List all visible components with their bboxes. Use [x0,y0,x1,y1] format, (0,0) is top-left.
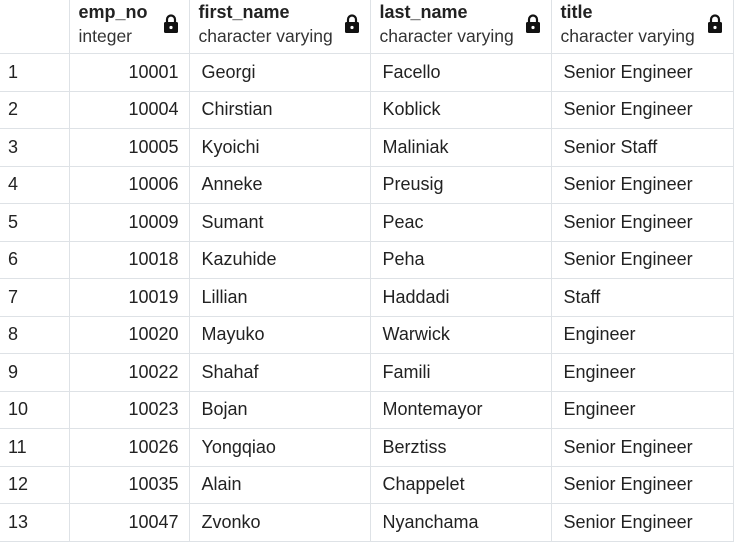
emp-no-cell[interactable]: 10020 [69,316,190,354]
first-name-cell[interactable]: Kazuhide [189,241,371,279]
last-name-cell[interactable]: Berztiss [370,428,552,467]
title-cell[interactable]: Senior Engineer [551,241,734,279]
last-name-cell[interactable]: Montemayor [370,391,552,429]
last-name-cell[interactable]: Peha [370,241,552,279]
title-cell[interactable]: Senior Engineer [551,428,734,467]
column-header-title[interactable]: title character varying [551,0,734,54]
last-name-cell[interactable]: Facello [370,53,552,92]
table-row[interactable]: 7 10019 Lillian Haddadi Staff [0,278,734,317]
row-number[interactable]: 1 [0,53,70,92]
emp-no-cell[interactable]: 10009 [69,203,190,242]
row-number[interactable]: 4 [0,166,70,204]
emp-no-cell[interactable]: 10047 [69,503,190,542]
header-row: emp_no integer first_name character varying… [0,0,734,54]
first-name-cell[interactable]: Georgi [189,53,371,92]
first-name-cell[interactable]: Anneke [189,166,371,204]
column-header-emp-no[interactable]: emp_no integer [69,0,190,54]
first-name-cell[interactable]: Zvonko [189,503,371,542]
emp-no-cell[interactable]: 10035 [69,466,190,504]
table-row[interactable]: 5 10009 Sumant Peac Senior Engineer [0,203,734,242]
row-number[interactable]: 9 [0,353,70,392]
title-cell[interactable]: Engineer [551,353,734,392]
emp-no-cell[interactable]: 10023 [69,391,190,429]
title-cell[interactable]: Senior Engineer [551,53,734,92]
emp-no-cell[interactable]: 10005 [69,128,190,167]
table-row[interactable]: 2 10004 Chirstian Koblick Senior Engineer [0,91,734,129]
table-row[interactable]: 13 10047 Zvonko Nyanchama Senior Engineer [0,503,734,542]
first-name-cell[interactable]: Chirstian [189,91,371,129]
first-name-cell[interactable]: Shahaf [189,353,371,392]
last-name-cell[interactable]: Warwick [370,316,552,354]
results-grid: emp_no integer first_name character varying… [0,0,734,542]
title-cell[interactable]: Senior Engineer [551,466,734,504]
title-cell[interactable]: Senior Engineer [551,503,734,542]
emp-no-cell[interactable]: 10022 [69,353,190,392]
first-name-cell[interactable]: Sumant [189,203,371,242]
row-number[interactable]: 13 [0,503,70,542]
row-number[interactable]: 6 [0,241,70,279]
column-header-first-name[interactable]: first_name character varying [189,0,371,54]
last-name-cell[interactable]: Nyanchama [370,503,552,542]
title-cell[interactable]: Staff [551,278,734,317]
title-cell[interactable]: Engineer [551,316,734,354]
row-number[interactable]: 11 [0,428,70,467]
emp-no-cell[interactable]: 10019 [69,278,190,317]
title-cell[interactable]: Engineer [551,391,734,429]
row-number[interactable]: 7 [0,278,70,317]
first-name-cell[interactable]: Lillian [189,278,371,317]
table-row[interactable]: 3 10005 Kyoichi Maliniak Senior Staff [0,128,734,167]
table-row[interactable]: 11 10026 Yongqiao Berztiss Senior Engineer [0,428,734,467]
first-name-cell[interactable]: Yongqiao [189,428,371,467]
emp-no-cell[interactable]: 10001 [69,53,190,92]
last-name-cell[interactable]: Famili [370,353,552,392]
table-row[interactable]: 1 10001 Georgi Facello Senior Engineer [0,53,734,92]
row-number[interactable]: 12 [0,466,70,504]
title-cell[interactable]: Senior Engineer [551,91,734,129]
lock-icon [525,14,541,34]
lock-icon [707,14,723,34]
row-number[interactable]: 3 [0,128,70,167]
lock-icon [163,14,179,34]
table-row[interactable]: 12 10035 Alain Chappelet Senior Engineer [0,466,734,504]
emp-no-cell[interactable]: 10018 [69,241,190,279]
title-cell[interactable]: Senior Engineer [551,166,734,204]
first-name-cell[interactable]: Alain [189,466,371,504]
last-name-cell[interactable]: Koblick [370,91,552,129]
row-number-header [0,0,70,54]
table-row[interactable]: 8 10020 Mayuko Warwick Engineer [0,316,734,354]
last-name-cell[interactable]: Preusig [370,166,552,204]
table-row[interactable]: 4 10006 Anneke Preusig Senior Engineer [0,166,734,204]
last-name-cell[interactable]: Chappelet [370,466,552,504]
first-name-cell[interactable]: Bojan [189,391,371,429]
row-number[interactable]: 2 [0,91,70,129]
lock-icon [344,14,360,34]
emp-no-cell[interactable]: 10026 [69,428,190,467]
table-row[interactable]: 6 10018 Kazuhide Peha Senior Engineer [0,241,734,279]
emp-no-cell[interactable]: 10006 [69,166,190,204]
table-row[interactable]: 10 10023 Bojan Montemayor Engineer [0,391,734,429]
row-number[interactable]: 5 [0,203,70,242]
first-name-cell[interactable]: Kyoichi [189,128,371,167]
column-header-last-name[interactable]: last_name character varying [370,0,552,54]
last-name-cell[interactable]: Maliniak [370,128,552,167]
row-number[interactable]: 8 [0,316,70,354]
title-cell[interactable]: Senior Staff [551,128,734,167]
emp-no-cell[interactable]: 10004 [69,91,190,129]
last-name-cell[interactable]: Haddadi [370,278,552,317]
row-number[interactable]: 10 [0,391,70,429]
first-name-cell[interactable]: Mayuko [189,316,371,354]
title-cell[interactable]: Senior Engineer [551,203,734,242]
last-name-cell[interactable]: Peac [370,203,552,242]
table-row[interactable]: 9 10022 Shahaf Famili Engineer [0,353,734,392]
